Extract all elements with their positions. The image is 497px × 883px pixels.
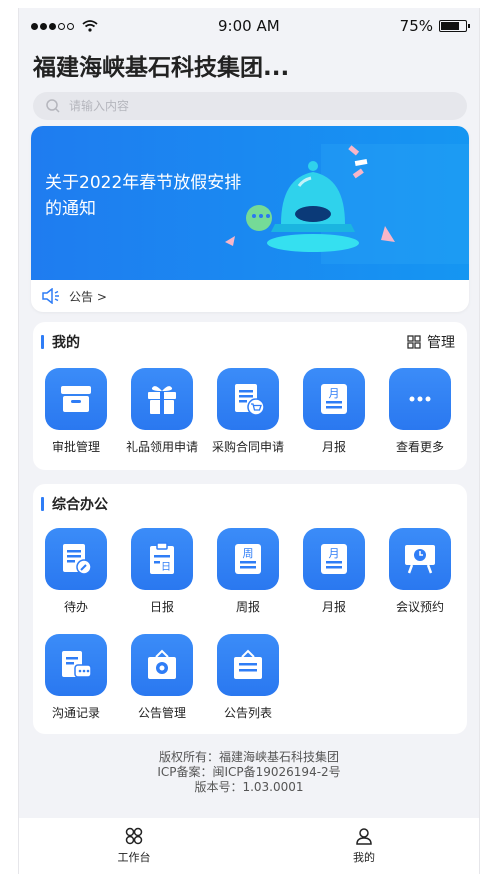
glyph-month: 月 [329,547,340,560]
banner-image[interactable]: 关于2022年春节放假安排的通知 [31,126,469,280]
glyph-week: 周 [243,547,254,560]
notice-link[interactable]: 公告 > [31,280,469,312]
my-apps-card: 我的 管理 审批管理 礼品领用申请 采购合同申请 月 月报 查看更多 [33,322,467,470]
archive-box-icon [45,368,107,430]
user-icon [356,828,372,845]
daily-report-icon: 日 [131,528,193,590]
signal-dot [49,22,56,30]
app-weekly-report[interactable]: 周 周报 [205,528,291,615]
icp-text: ICP备案：闽ICP备19026194-2号 [157,765,341,779]
app-label: 公告列表 [223,706,272,720]
search-input[interactable] [69,99,369,113]
section-header: 我的 [41,332,80,352]
battery-percent: 75% [399,17,433,35]
glyph-day: 日 [161,562,171,573]
app-todo[interactable]: 待办 [33,528,119,615]
app-label: 月报 [321,600,346,614]
app-label: 日报 [149,600,174,614]
chat-record-icon [45,634,107,696]
grid-icon [407,335,421,349]
copyright-text: 版权所有：福建海峡基石科技集团 [158,750,339,764]
app-label: 查看更多 [395,440,444,454]
signal-dot [67,22,74,30]
more-dots-icon [389,368,451,430]
app-notice-list[interactable]: 公告列表 [205,634,291,721]
meeting-icon [389,528,451,590]
app-label: 沟通记录 [51,706,100,720]
weekly-report-icon: 周 [217,528,279,590]
office-apps-card: 综合办公 待办 日 日报 周 周报 月 月报 会议预约 沟通记录 公告管理 公告… [33,484,467,734]
app-view-more[interactable]: 查看更多 [377,368,463,455]
app-meeting-booking[interactable]: 会议预约 [377,528,463,615]
monthly-report-icon: 月 [303,368,365,430]
section-accent-bar [41,497,44,511]
status-time: 9:00 AM [218,17,280,35]
app-label: 月报 [321,440,346,454]
app-gift-request[interactable]: 礼品领用申请 [119,368,205,455]
app-label: 待办 [63,600,88,614]
tab-mine[interactable]: 我的 [249,818,479,874]
notice-banner[interactable]: 关于2022年春节放假安排的通知 公告 > [31,126,469,312]
todo-icon [45,528,107,590]
bottom-tab-bar: 工作台 我的 [19,818,479,874]
signal-dot [58,22,65,30]
status-bar: 9:00 AM 75% [19,8,479,44]
search-bar[interactable] [33,92,467,120]
notice-manage-icon [131,634,193,696]
phone-screen: 9:00 AM 75% 福建海峡基石科技集团... 请输入内容 关于2022年春… [18,8,480,874]
workbench-icon [125,827,143,845]
notice-link-label: 公告 > [69,289,107,304]
signal-indicator [31,20,98,32]
manage-label: 管理 [427,335,455,351]
banner-title: 关于2022年春节放假安排的通知 [45,173,242,219]
app-communication-record[interactable]: 沟通记录 [33,634,119,721]
app-label: 审批管理 [51,440,100,454]
contract-cart-icon [217,368,279,430]
section-header: 综合办公 [41,494,108,514]
copyright-footer: 版权所有：福建海峡基石科技集团 ICP备案：闽ICP备19026194-2号 版… [19,750,479,795]
app-daily-report[interactable]: 日 日报 [119,528,205,615]
battery-icon [439,20,470,32]
app-label: 礼品领用申请 [125,440,198,454]
wifi-icon [82,20,98,32]
manage-button[interactable]: 管理 [407,332,455,352]
page-title: 福建海峡基石科技集团... [33,55,290,81]
app-monthly-report[interactable]: 月 月报 [291,528,377,615]
glyph-month: 月 [329,387,340,400]
speaker-icon [42,288,59,304]
notice-list-icon [217,634,279,696]
version-text: 版本号：1.03.0001 [194,780,304,794]
monthly-report-icon: 月 [303,528,365,590]
gift-icon [131,368,193,430]
battery-fill [441,22,459,30]
app-label: 公告管理 [137,706,186,720]
app-label: 会议预约 [395,600,444,614]
app-monthly-report[interactable]: 月 月报 [291,368,377,455]
app-label: 周报 [235,600,260,614]
tab-label: 我的 [353,851,375,864]
search-icon [46,99,60,113]
tab-label: 工作台 [117,851,151,864]
tab-workbench[interactable]: 工作台 [19,818,249,874]
app-approval[interactable]: 审批管理 [33,368,119,455]
section-title: 我的 [52,335,80,351]
signal-dot [31,22,38,30]
app-notice-management[interactable]: 公告管理 [119,634,205,721]
app-label: 采购合同申请 [211,440,284,454]
signal-dot [40,22,47,30]
section-accent-bar [41,335,44,349]
section-title: 综合办公 [52,497,108,513]
app-purchase-contract[interactable]: 采购合同申请 [205,368,291,455]
